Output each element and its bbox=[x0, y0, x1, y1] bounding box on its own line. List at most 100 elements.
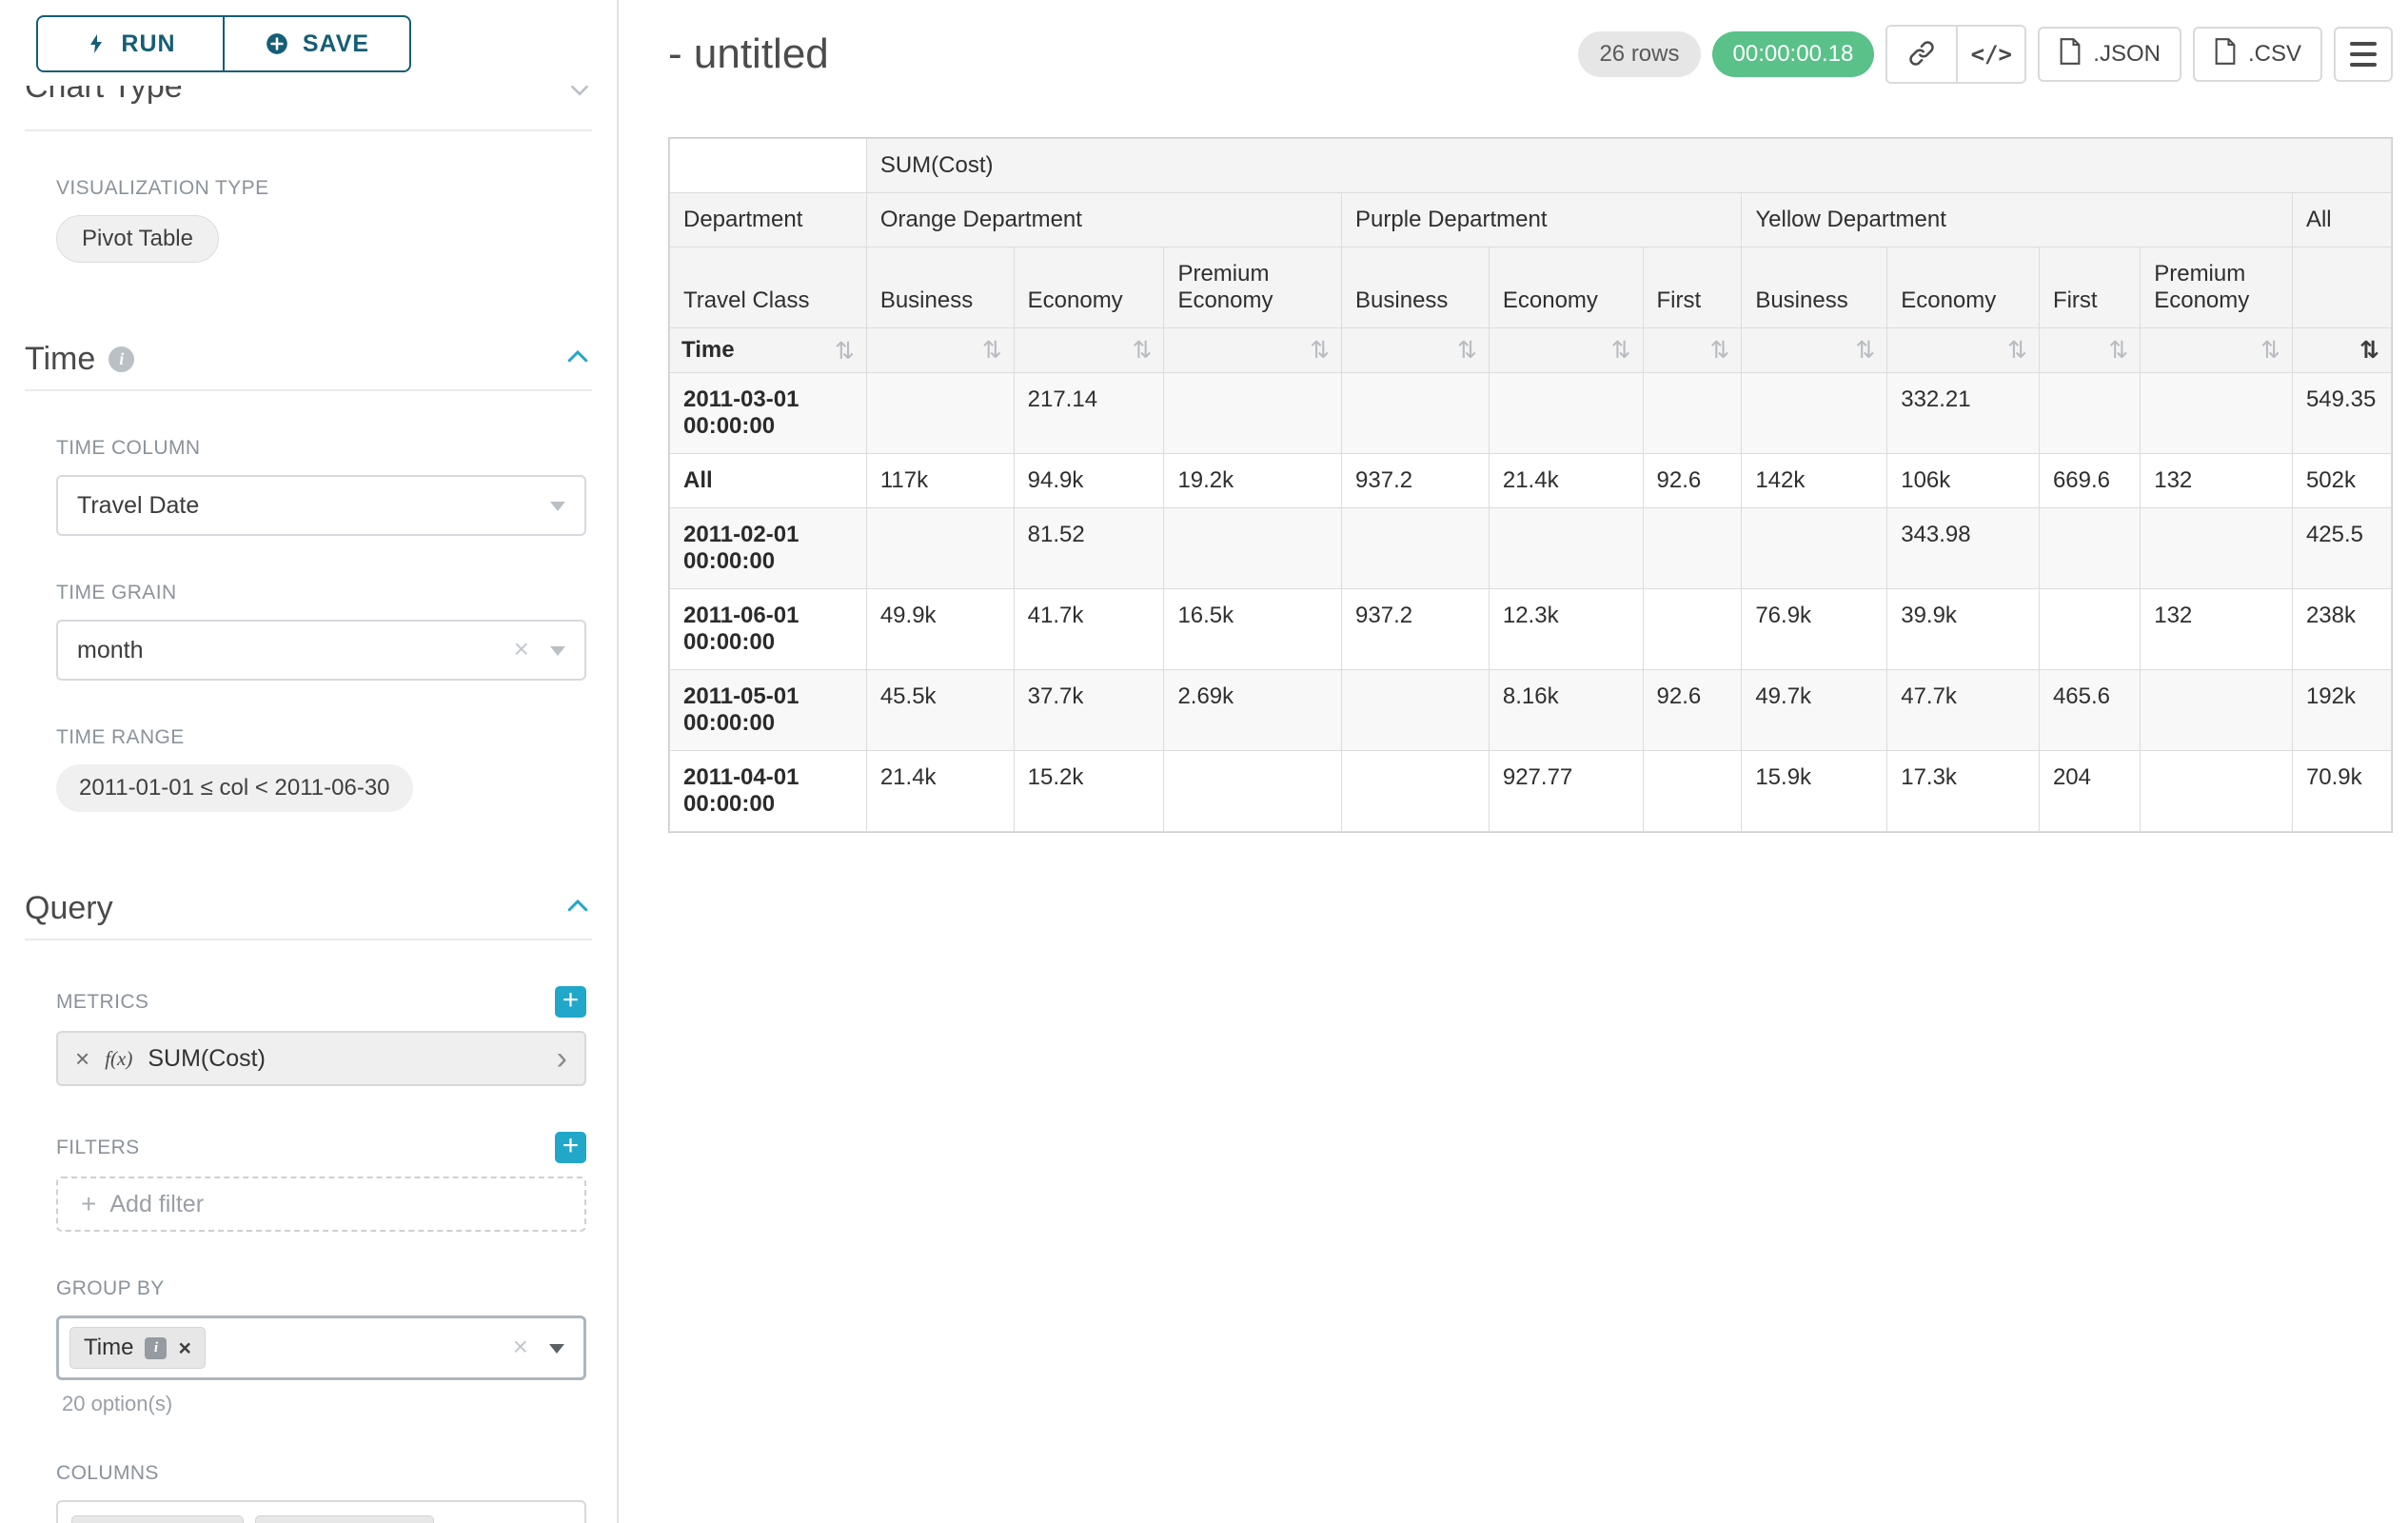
chart-type-section-header: Chart Type bbox=[25, 86, 592, 118]
results-header: - untitled 26 rows 00:00:00.18 </> bbox=[668, 25, 2393, 84]
group-by-select[interactable]: Time i × × bbox=[56, 1315, 586, 1380]
table-cell bbox=[866, 373, 1014, 454]
sort-icon[interactable]: ⇅ bbox=[1457, 336, 1477, 364]
metrics-label: METRICS bbox=[56, 991, 148, 1014]
time-grain-value: month bbox=[77, 637, 143, 664]
chevron-up-icon[interactable] bbox=[563, 343, 592, 376]
chevron-up-icon[interactable] bbox=[563, 892, 592, 925]
sort-cell: ⇅ bbox=[1164, 328, 1342, 373]
sort-icon[interactable]: ⇅ bbox=[2007, 336, 2027, 364]
row-header: 2011-02-01 00:00:00 bbox=[670, 508, 867, 589]
metric-header: SUM(Cost) bbox=[866, 139, 2391, 193]
table-cell bbox=[1342, 751, 1490, 832]
time-range-pill[interactable]: 2011-01-01 ≤ col < 2011-06-30 bbox=[56, 764, 413, 812]
sort-icon[interactable]: ⇅ bbox=[1611, 336, 1631, 364]
col-dimension-label: Department bbox=[670, 193, 867, 247]
sort-icon[interactable]: ⇅ bbox=[1132, 336, 1152, 364]
table-cell: 549.35 bbox=[2292, 373, 2391, 454]
table-cell: 238k bbox=[2292, 589, 2391, 670]
table-cell bbox=[1643, 508, 1742, 589]
table-cell: 47.7k bbox=[1887, 670, 2040, 751]
add-filter-label: Add filter bbox=[109, 1191, 204, 1218]
chart-title[interactable]: - untitled bbox=[668, 30, 829, 78]
table-cell bbox=[2039, 589, 2140, 670]
table-row: 2011-06-01 00:00:0049.9k41.7k16.5k937.21… bbox=[670, 589, 2392, 670]
sort-icon[interactable]: ⇅ bbox=[2260, 336, 2280, 364]
table-cell: 21.4k bbox=[1489, 454, 1643, 508]
chevron-icon[interactable] bbox=[567, 86, 592, 102]
visualization-type-chip[interactable]: Pivot Table bbox=[56, 215, 219, 263]
time-grain-select[interactable]: month × bbox=[56, 620, 586, 681]
row-count-badge: 26 rows bbox=[1578, 31, 1700, 77]
column-header: Business bbox=[866, 247, 1014, 328]
results-table-container[interactable]: SUM(Cost)DepartmentOrange DepartmentPurp… bbox=[668, 137, 2393, 833]
clear-icon[interactable]: × bbox=[514, 636, 529, 663]
clear-icon[interactable]: × bbox=[513, 1334, 528, 1360]
column-group-header: Orange Department bbox=[866, 193, 1341, 247]
sort-icon[interactable]: ⇅ bbox=[1310, 336, 1330, 364]
chevron-down-icon bbox=[550, 646, 565, 656]
table-cell: 927.77 bbox=[1489, 751, 1643, 832]
table-cell bbox=[1489, 508, 1643, 589]
sort-icon[interactable]: ⇅ bbox=[835, 337, 855, 365]
sort-cell: ⇅ bbox=[2039, 328, 2140, 373]
group-by-chip[interactable]: Time i × bbox=[69, 1327, 206, 1369]
add-metric-button[interactable]: + bbox=[555, 986, 586, 1018]
table-cell: 142k bbox=[1742, 454, 1887, 508]
metric-item[interactable]: × f(x) SUM(Cost) › bbox=[56, 1031, 586, 1086]
remove-chip-icon[interactable]: × bbox=[178, 1337, 190, 1359]
sort-icon[interactable]: ⇅ bbox=[982, 336, 1002, 364]
table-cell bbox=[2039, 373, 2140, 454]
table-cell: 49.7k bbox=[1742, 670, 1887, 751]
table-cell: 49.9k bbox=[866, 589, 1014, 670]
save-button[interactable]: SAVE bbox=[223, 15, 411, 72]
export-json-button[interactable]: .JSON bbox=[2038, 27, 2181, 82]
table-cell: 217.14 bbox=[1014, 373, 1164, 454]
sort-icon[interactable]: ⇅ bbox=[1709, 336, 1729, 364]
time-column-select[interactable]: Travel Date bbox=[56, 475, 586, 536]
table-cell bbox=[1643, 751, 1742, 832]
link-button[interactable] bbox=[1887, 27, 1956, 82]
sort-icon[interactable]: ⇅ bbox=[2108, 336, 2128, 364]
row-dimension-label: Time bbox=[681, 337, 735, 364]
sort-cell: ⇅ bbox=[1342, 328, 1490, 373]
plus-circle-icon bbox=[265, 31, 289, 56]
table-row: 2011-04-01 00:00:0021.4k15.2k927.7715.9k… bbox=[670, 751, 2392, 832]
results-controls: 26 rows 00:00:00.18 </> bbox=[1578, 25, 2393, 84]
table-cell: 15.9k bbox=[1742, 751, 1887, 832]
time-section-header[interactable]: Time i bbox=[25, 341, 592, 378]
chevron-right-icon[interactable]: › bbox=[557, 1042, 567, 1075]
row-header: 2011-05-01 00:00:00 bbox=[670, 670, 867, 751]
time-grain-label: TIME GRAIN bbox=[56, 582, 592, 604]
columns-chip[interactable]: Department × bbox=[71, 1515, 244, 1523]
column-header: Business bbox=[1742, 247, 1887, 328]
run-button[interactable]: RUN bbox=[36, 15, 225, 72]
table-cell: 132 bbox=[2141, 589, 2293, 670]
sort-icon[interactable]: ⇅ bbox=[2359, 336, 2379, 364]
run-save-button-group: RUN SAVE bbox=[36, 15, 592, 72]
visualization-type-label: VISUALIZATION TYPE bbox=[56, 177, 592, 200]
table-cell bbox=[1164, 508, 1342, 589]
menu-button[interactable] bbox=[2334, 27, 2393, 82]
table-cell: 12.3k bbox=[1489, 589, 1643, 670]
group-by-options-hint: 20 option(s) bbox=[62, 1392, 592, 1416]
table-cell: 117k bbox=[866, 454, 1014, 508]
pivot-table: SUM(Cost)DepartmentOrange DepartmentPurp… bbox=[669, 138, 2392, 832]
add-filter-plus-button[interactable]: + bbox=[555, 1132, 586, 1163]
table-cell: 8.16k bbox=[1489, 670, 1643, 751]
table-cell bbox=[1643, 589, 1742, 670]
query-section-header[interactable]: Query bbox=[25, 890, 592, 927]
columns-chip[interactable]: Travel Class × bbox=[255, 1515, 434, 1523]
row-header: 2011-06-01 00:00:00 bbox=[670, 589, 867, 670]
add-filter-button[interactable]: + Add filter bbox=[56, 1177, 586, 1232]
view-query-button[interactable]: </> bbox=[1956, 27, 2024, 82]
table-cell: 70.9k bbox=[2292, 751, 2391, 832]
columns-select[interactable]: Department × Travel Class × × bbox=[56, 1500, 586, 1523]
table-cell: 81.52 bbox=[1014, 508, 1164, 589]
sort-icon[interactable]: ⇅ bbox=[1855, 336, 1875, 364]
export-csv-button[interactable]: .CSV bbox=[2193, 27, 2322, 82]
remove-metric-icon[interactable]: × bbox=[75, 1044, 89, 1074]
run-button-label: RUN bbox=[121, 30, 175, 58]
column-header bbox=[2292, 247, 2391, 328]
corner-cell bbox=[670, 139, 867, 193]
